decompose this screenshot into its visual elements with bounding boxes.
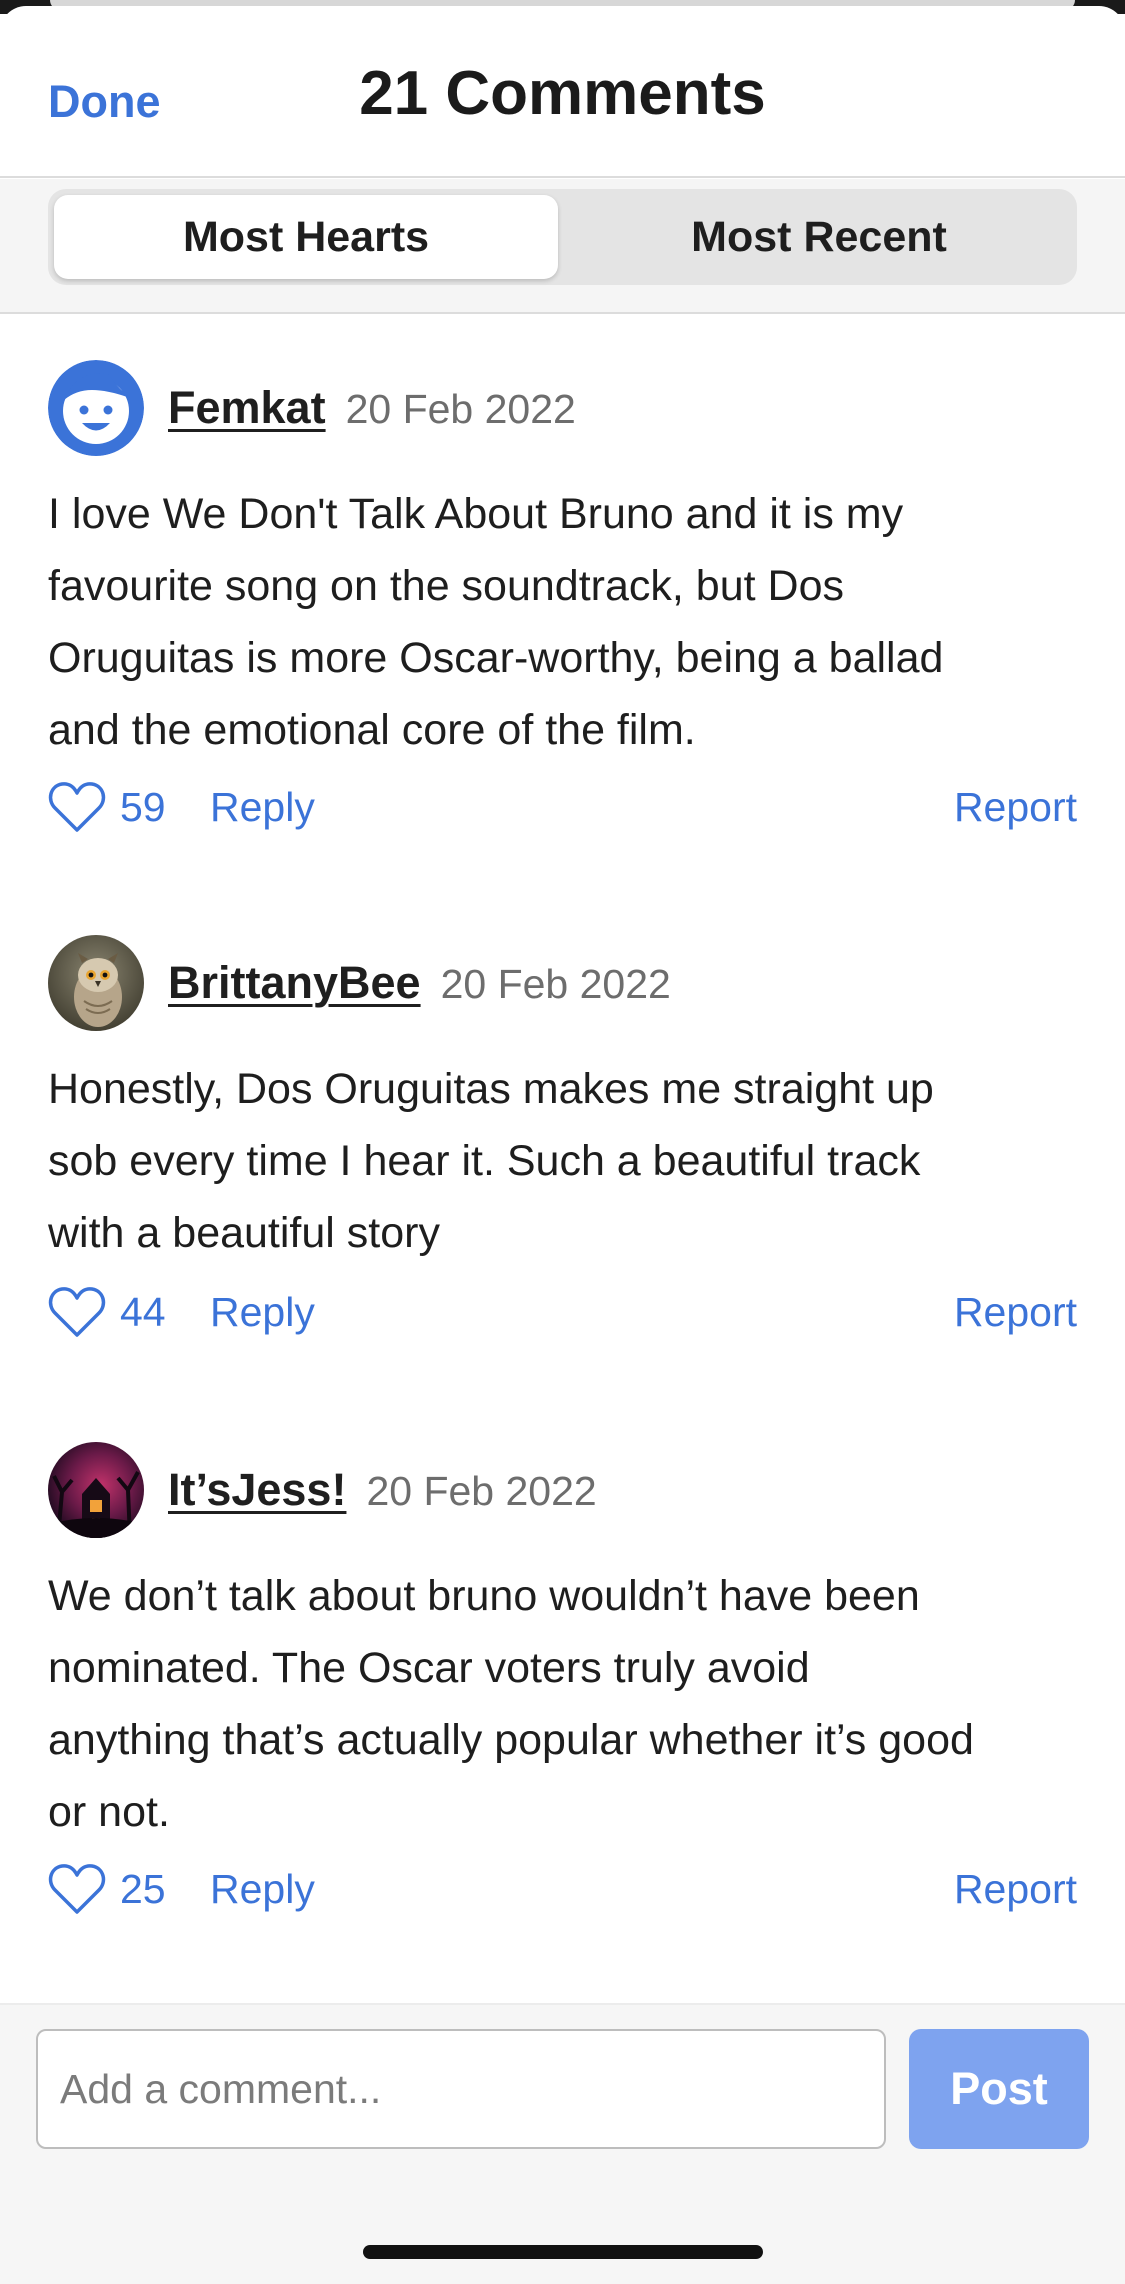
owl-photo: [48, 935, 144, 1031]
comment-line: I love We Don't Talk About Bruno and it …: [48, 490, 904, 538]
comment-line: or not.: [48, 1788, 170, 1836]
comment-item: It’sJess! 20 Feb 2022 We don’t talk about…: [48, 1442, 1077, 1922]
reply-button[interactable]: Reply: [210, 1289, 315, 1336]
comment-actions: 25 Reply Report: [48, 1860, 1077, 1920]
tab-most-hearts[interactable]: Most Hearts: [54, 195, 558, 279]
comment-text: We don’t talk about bruno wouldn’t have …: [48, 1560, 1077, 1848]
comment-date: 20 Feb 2022: [345, 386, 576, 432]
comment-line: with a beautiful story: [48, 1209, 440, 1257]
heart-icon[interactable]: [48, 1862, 106, 1916]
spooky-house-photo: [48, 1442, 144, 1538]
comment-text: Honestly, Dos Oruguitas makes me straigh…: [48, 1053, 1077, 1269]
comment-actions: 44 Reply Report: [48, 1283, 1077, 1343]
comment-actions: 59 Reply Report: [48, 778, 1077, 838]
avatar[interactable]: [48, 935, 144, 1031]
heart-count: 25: [120, 1866, 166, 1912]
sort-bar: Most Hearts Most Recent: [0, 179, 1125, 314]
report-button[interactable]: Report: [954, 784, 1077, 831]
comment-line: favourite song on the soundtrack, but Do…: [48, 562, 844, 610]
avatar[interactable]: [48, 1442, 144, 1538]
comment-date: 20 Feb 2022: [366, 1468, 597, 1514]
report-button[interactable]: Report: [954, 1866, 1077, 1913]
comment-meta: It’sJess! 20 Feb 2022: [168, 1464, 597, 1516]
heart-icon[interactable]: [48, 780, 106, 834]
comment-item: BrittanyBee 20 Feb 2022 Honestly, Dos Oru…: [48, 935, 1077, 1355]
page-title: 21 Comments: [359, 59, 766, 128]
tab-most-recent[interactable]: Most Recent: [567, 195, 1071, 279]
comment-line: and the emotional core of the film.: [48, 706, 696, 754]
home-indicator[interactable]: [363, 2245, 763, 2259]
comment-meta: BrittanyBee 20 Feb 2022: [168, 957, 671, 1009]
comment-line: Oruguitas is more Oscar-worthy, being a …: [48, 634, 944, 682]
username-link[interactable]: It’sJess!: [168, 1464, 346, 1515]
username-link[interactable]: BrittanyBee: [168, 957, 421, 1008]
heart-count: 59: [120, 784, 166, 830]
comment-line: We don’t talk about bruno wouldn’t have …: [48, 1572, 920, 1620]
avatar[interactable]: [48, 360, 144, 456]
comments-screen: Done 21 Comments Most Hearts Most Recent…: [0, 0, 1125, 2284]
comment-line: sob every time I hear it. Such a beautif…: [48, 1137, 921, 1185]
comment-item: Femkat 20 Feb 2022 I love We Don't Talk A…: [48, 360, 1077, 840]
comment-line: Honestly, Dos Oruguitas makes me straigh…: [48, 1065, 934, 1113]
comment-date: 20 Feb 2022: [440, 961, 671, 1007]
post-button[interactable]: Post: [909, 2029, 1089, 2149]
comment-meta: Femkat 20 Feb 2022: [168, 382, 576, 434]
sort-segmented-control: Most Hearts Most Recent: [48, 189, 1077, 285]
reply-button[interactable]: Reply: [210, 1866, 315, 1913]
comment-text: I love We Don't Talk About Bruno and it …: [48, 478, 1077, 766]
smiley-face-icon: [48, 360, 144, 456]
report-button[interactable]: Report: [954, 1289, 1077, 1336]
comment-line: nominated. The Oscar voters truly avoid: [48, 1644, 810, 1692]
heart-icon[interactable]: [48, 1285, 106, 1339]
comment-line: anything that’s actually popular whether…: [48, 1716, 974, 1764]
header: Done 21 Comments: [0, 6, 1125, 178]
username-link[interactable]: Femkat: [168, 382, 326, 433]
reply-button[interactable]: Reply: [210, 784, 315, 831]
comment-input[interactable]: [36, 2029, 886, 2149]
comment-composer: Post: [0, 2003, 1125, 2284]
heart-count: 44: [120, 1289, 166, 1335]
